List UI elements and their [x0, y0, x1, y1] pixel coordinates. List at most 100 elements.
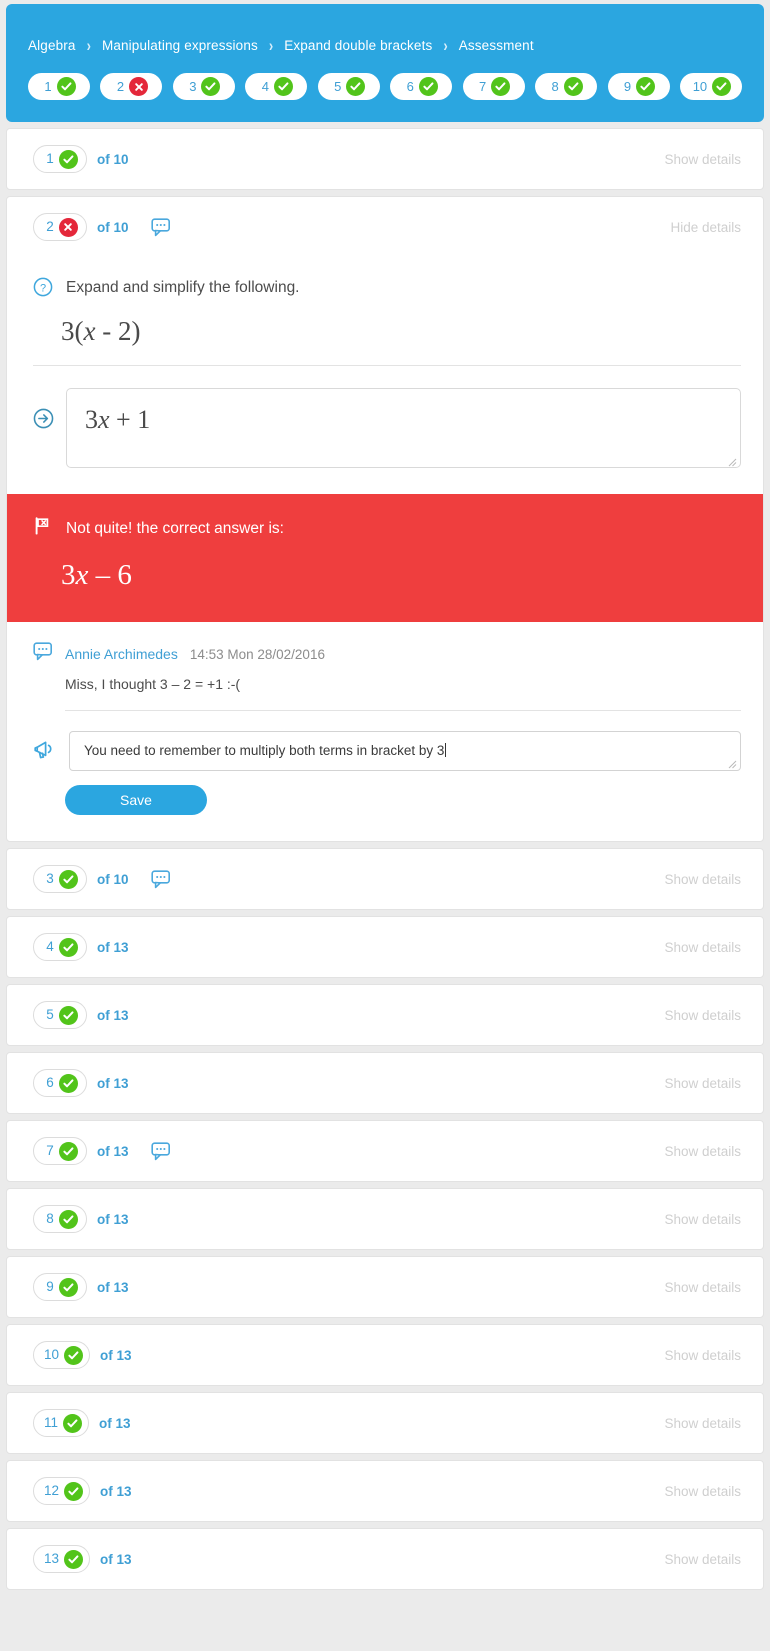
toggle-details-link[interactable]: Show details	[664, 872, 741, 887]
toggle-details-link[interactable]: Hide details	[670, 220, 741, 235]
question-total-label: of 13	[97, 939, 129, 955]
arrow-right-circle-icon	[33, 408, 54, 429]
speech-bubble-icon	[33, 642, 53, 666]
question-total-label: of 13	[97, 1007, 129, 1023]
correct-answer-post: – 6	[88, 559, 132, 591]
question-number: 7	[46, 1143, 54, 1159]
question-status-pill-10[interactable]: 10	[33, 1341, 91, 1369]
header-question-pill-10[interactable]: 10	[679, 73, 742, 100]
toggle-details-link[interactable]: Show details	[664, 1144, 741, 1159]
check-circle-icon	[64, 1481, 84, 1501]
comment-author[interactable]: Annie Archimedes	[65, 646, 178, 662]
question-number: 10	[44, 1347, 60, 1363]
check-circle-icon	[64, 1549, 84, 1569]
question-status-pill-2[interactable]: 2	[33, 213, 87, 241]
resize-grip-icon[interactable]	[727, 454, 737, 467]
question-row-header[interactable]: 13 of 13 Show details	[7, 1529, 763, 1589]
question-row-header[interactable]: 8 of 13 Show details	[7, 1189, 763, 1249]
check-circle-icon	[58, 1073, 78, 1093]
megaphone-icon	[33, 731, 57, 766]
resize-grip-icon[interactable]	[727, 757, 737, 769]
toggle-details-link[interactable]: Show details	[664, 1212, 741, 1227]
question-status-pill-1[interactable]: 1	[33, 145, 87, 173]
question-row-header[interactable]: 3 of 10 Show details	[7, 849, 763, 909]
megaphone-icon	[34, 741, 52, 759]
question-row-header[interactable]: 10 of 13 Show details	[7, 1325, 763, 1385]
header-question-pill-4[interactable]: 4	[245, 73, 308, 100]
question-expression: 3(x - 2)	[33, 302, 741, 359]
question-status-pill-12[interactable]: 12	[33, 1477, 91, 1505]
question-total-label: of 13	[97, 1279, 129, 1295]
question-row-header[interactable]: 5 of 13 Show details	[7, 985, 763, 1045]
toggle-details-link[interactable]: Show details	[664, 1552, 741, 1567]
question-number: 2	[46, 219, 54, 235]
toggle-details-link[interactable]: Show details	[664, 940, 741, 955]
question-number: 6	[46, 1075, 54, 1091]
question-row-header[interactable]: 1 of 10 Show details	[7, 129, 763, 189]
question-status-pill-7[interactable]: 7	[33, 1137, 87, 1165]
question-mark-circle-icon: ?	[33, 277, 53, 302]
question-status-pill-4[interactable]: 4	[33, 933, 87, 961]
question-status-pill-8[interactable]: 8	[33, 1205, 87, 1233]
teacher-reply-line: You need to remember to multiply both te…	[33, 711, 741, 771]
header-pill-number: 9	[623, 79, 632, 94]
question-row-header[interactable]: 12 of 13 Show details	[7, 1461, 763, 1521]
header-pill-number: 3	[189, 79, 197, 94]
breadcrumb-item-manipulating-expressions[interactable]: Manipulating expressions	[102, 38, 258, 53]
header-question-pill-5[interactable]: 5	[317, 73, 380, 100]
question-row-header[interactable]: 2 of 10 Hide details	[7, 197, 763, 257]
question-number: 1	[46, 151, 54, 167]
breadcrumb-separator-icon: ›	[86, 36, 91, 55]
header-question-pill-9[interactable]: 9	[607, 73, 670, 100]
question-status-pill-11[interactable]: 11	[33, 1409, 90, 1437]
check-circle-icon	[58, 1005, 78, 1025]
question-row-card: 1 of 10 Show details	[6, 128, 764, 190]
toggle-details-link[interactable]: Show details	[664, 1348, 741, 1363]
question-status-pill-6[interactable]: 6	[33, 1069, 87, 1097]
comment-indicator-icon[interactable]	[150, 217, 171, 237]
question-row-header[interactable]: 6 of 13 Show details	[7, 1053, 763, 1113]
comment-indicator-icon[interactable]	[150, 1141, 171, 1161]
question-status-pill-9[interactable]: 9	[33, 1273, 87, 1301]
question-row-card: 12 of 13 Show details	[6, 1460, 764, 1522]
question-total-label: of 10	[97, 219, 129, 235]
toggle-details-link[interactable]: Show details	[664, 152, 741, 167]
question-row-card: 5 of 13 Show details	[6, 984, 764, 1046]
header-question-pill-8[interactable]: 8	[535, 73, 598, 100]
toggle-details-link[interactable]: Show details	[664, 1416, 741, 1431]
header-question-pill-6[interactable]: 6	[390, 73, 453, 100]
comment-text: Miss, I thought 3 – 2 = +1 :-(	[65, 676, 241, 692]
question-total-label: of 13	[100, 1347, 132, 1363]
toggle-details-link[interactable]: Show details	[664, 1484, 741, 1499]
header-question-pill-2[interactable]: 2	[100, 73, 163, 100]
question-row-header[interactable]: 11 of 13 Show details	[7, 1393, 763, 1453]
question-number: 13	[44, 1551, 60, 1567]
student-answer-field[interactable]: 3x + 1	[66, 388, 741, 468]
question-row-header[interactable]: 9 of 13 Show details	[7, 1257, 763, 1317]
question-status-pill-3[interactable]: 3	[33, 865, 87, 893]
student-answer-post: + 1	[109, 405, 151, 434]
question-expression-post: - 2)	[95, 316, 141, 346]
teacher-reply-input[interactable]: You need to remember to multiply both te…	[69, 731, 741, 771]
comment-indicator-icon[interactable]	[150, 869, 171, 889]
breadcrumb-item-expand-double-brackets[interactable]: Expand double brackets	[284, 38, 432, 53]
question-total-label: of 13	[97, 1211, 129, 1227]
question-row-header[interactable]: 4 of 13 Show details	[7, 917, 763, 977]
header-question-pill-3[interactable]: 3	[172, 73, 235, 100]
question-expression-variable: x	[83, 316, 96, 346]
question-row-header[interactable]: 7 of 13 Show details	[7, 1121, 763, 1181]
breadcrumb-item-algebra[interactable]: Algebra	[28, 38, 76, 53]
question-status-pill-5[interactable]: 5	[33, 1001, 87, 1029]
header-question-pill-7[interactable]: 7	[462, 73, 525, 100]
toggle-details-link[interactable]: Show details	[664, 1008, 741, 1023]
save-button[interactable]: Save	[65, 785, 207, 815]
header-question-pill-1[interactable]: 1	[28, 73, 90, 100]
breadcrumb-item-assessment[interactable]: Assessment	[459, 38, 534, 53]
toggle-details-link[interactable]: Show details	[664, 1076, 741, 1091]
question-status-pill-13[interactable]: 13	[33, 1545, 91, 1573]
question-total-label: of 13	[99, 1415, 131, 1431]
toggle-details-link[interactable]: Show details	[664, 1280, 741, 1295]
speech-bubble-icon	[150, 869, 170, 888]
question-number: 9	[46, 1279, 54, 1295]
incorrect-feedback-banner: Not quite! the correct answer is: 3x – 6	[7, 494, 763, 622]
